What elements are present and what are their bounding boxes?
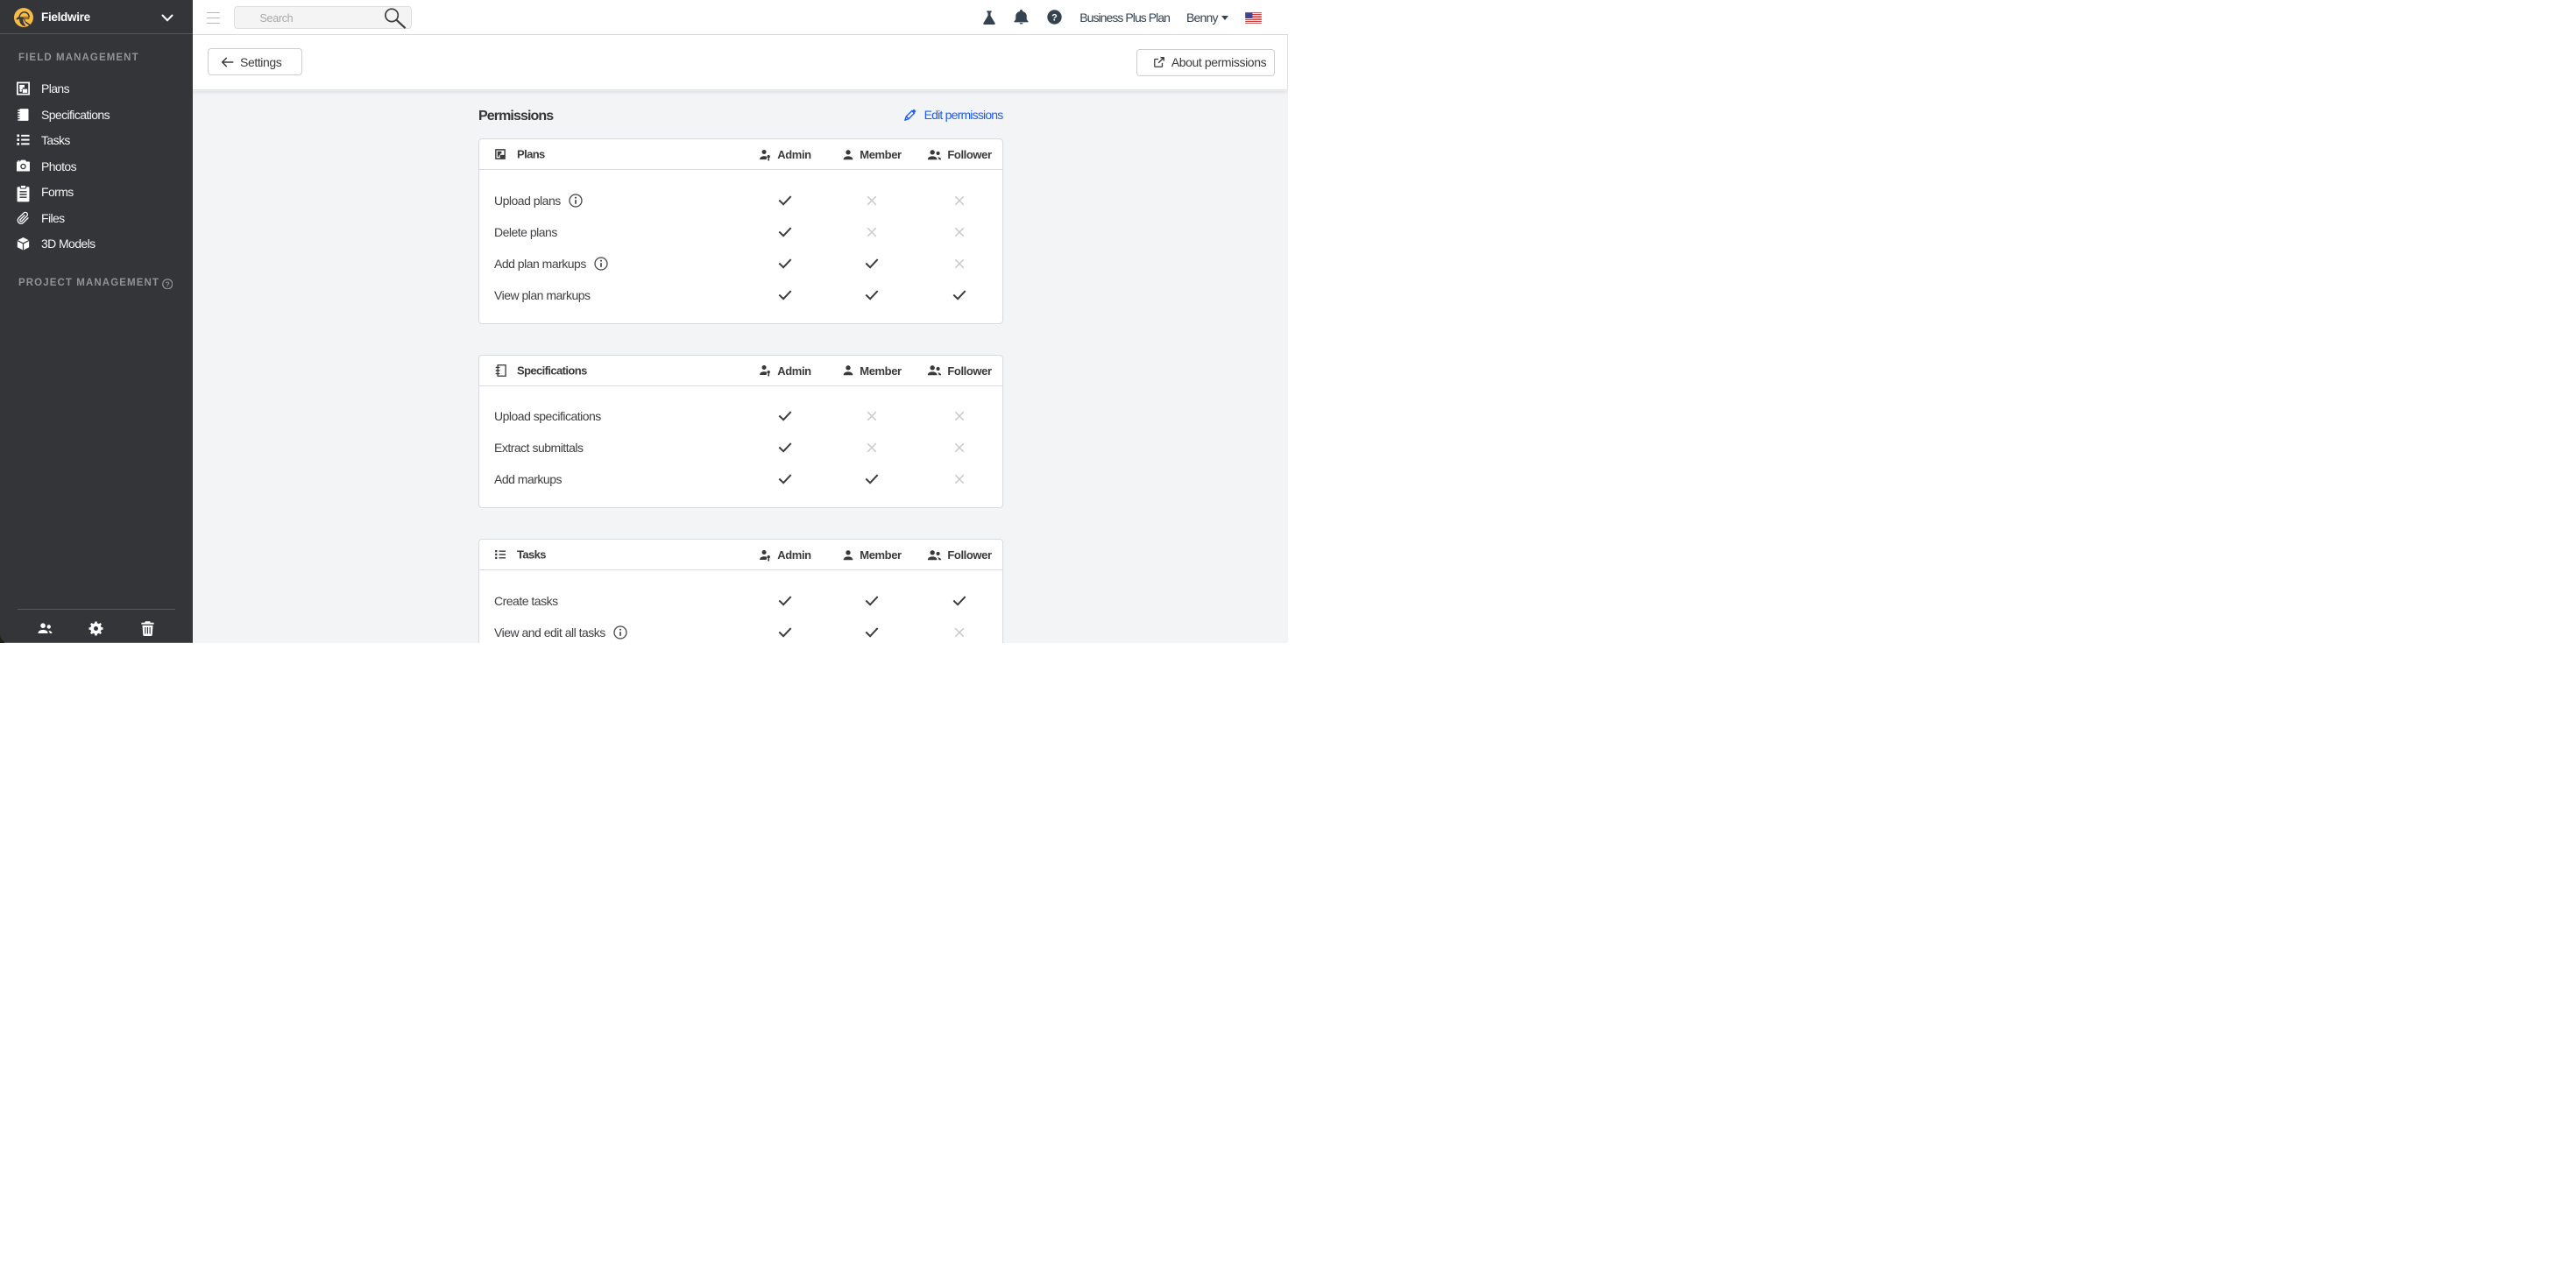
svg-text:?: ? <box>1051 13 1058 24</box>
svg-text:?: ? <box>165 279 169 288</box>
